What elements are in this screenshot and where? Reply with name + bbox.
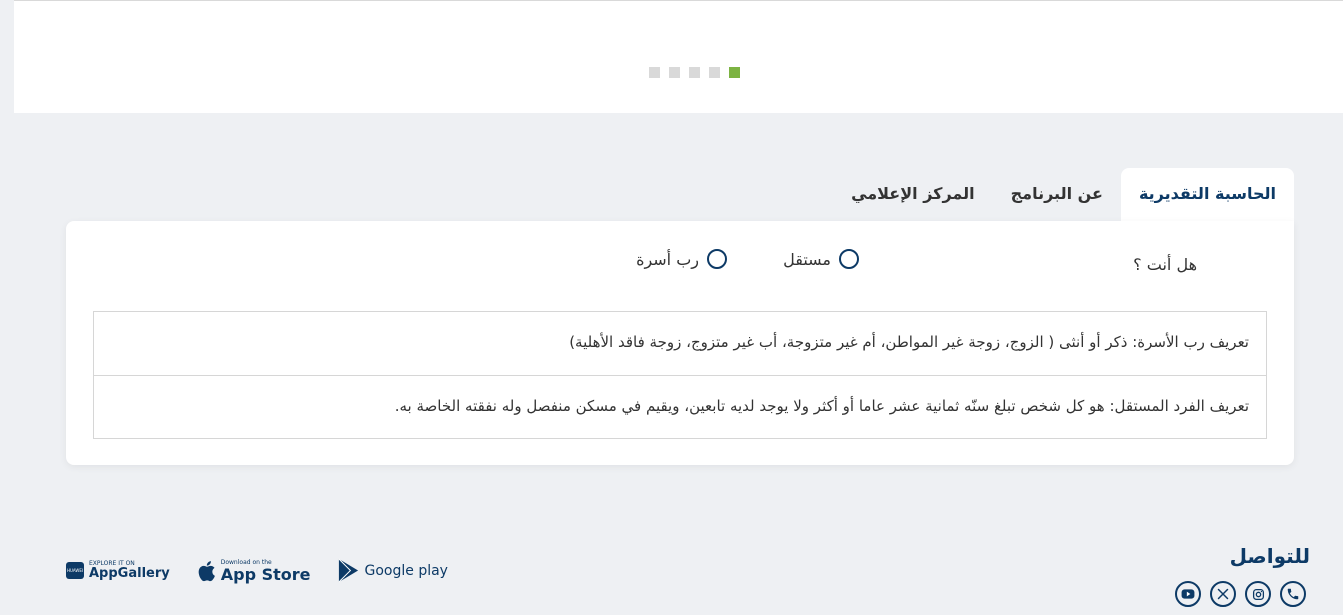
huawei-appgallery-badge[interactable]: HUAWEI EXPLORE IT ON AppGallery <box>66 560 170 581</box>
definition-independent: تعريف الفرد المستقل: هو كل شخص تبلغ سنّه… <box>94 375 1266 438</box>
tab-about-program[interactable]: عن البرنامج <box>993 168 1121 222</box>
google-play-badge[interactable]: Google play <box>337 558 448 583</box>
left-edge-strip <box>0 0 14 615</box>
calculator-card: هل أنت ؟ مستقل رب أسرة تعريف رب الأسرة: … <box>66 221 1294 465</box>
instagram-icon[interactable] <box>1245 581 1271 607</box>
google-play-icon <box>338 558 358 583</box>
google-play-label: Google play <box>364 562 448 579</box>
slider-pagination <box>649 67 740 78</box>
tab-media-center[interactable]: المركز الإعلامي <box>833 168 993 222</box>
app-store-badges: HUAWEI EXPLORE IT ON AppGallery Download… <box>66 558 448 583</box>
tab-calculator[interactable]: الحاسبة التقديرية <box>1120 168 1294 222</box>
main-section: الحاسبة التقديرية عن البرنامج المركز الإ… <box>14 113 1343 520</box>
huawei-badge-big: AppGallery <box>89 566 170 581</box>
definitions-table: تعريف رب الأسرة: ذكر أو أنثى ( الزوج، زو… <box>93 311 1267 439</box>
radio-circle[interactable] <box>839 249 859 269</box>
radio-label: مستقل <box>783 249 831 269</box>
apple-app-store-badge[interactable]: Download on the App Store <box>196 559 311 583</box>
apple-badge-big: App Store <box>220 564 311 584</box>
hero-slider <box>14 1 1343 113</box>
footer: للتواصل HUAWEI EXPLORE IT ON AppGallery … <box>14 520 1343 615</box>
apple-icon <box>198 560 215 581</box>
phone-icon[interactable] <box>1280 581 1306 607</box>
slider-dot-active[interactable] <box>729 67 740 78</box>
slider-dot[interactable] <box>649 67 660 78</box>
definition-family-head: تعريف رب الأسرة: ذكر أو أنثى ( الزوج، زو… <box>569 333 1249 351</box>
huawei-icon: HUAWEI <box>66 562 84 579</box>
x-icon[interactable] <box>1210 581 1236 607</box>
radio-circle[interactable] <box>707 249 727 269</box>
contact-title: للتواصل <box>1229 544 1310 568</box>
slider-dot[interactable] <box>689 67 700 78</box>
slider-dot[interactable] <box>669 67 680 78</box>
tab-bar: الحاسبة التقديرية عن البرنامج المركز الإ… <box>833 168 1294 222</box>
question-label: هل أنت ؟ <box>1133 255 1197 274</box>
radio-independent[interactable]: مستقل <box>783 249 859 269</box>
radio-family-head[interactable]: رب أسرة <box>636 249 727 269</box>
social-links <box>1175 581 1306 607</box>
radio-label: رب أسرة <box>636 249 699 269</box>
youtube-icon[interactable] <box>1175 581 1201 607</box>
slider-dot[interactable] <box>709 67 720 78</box>
